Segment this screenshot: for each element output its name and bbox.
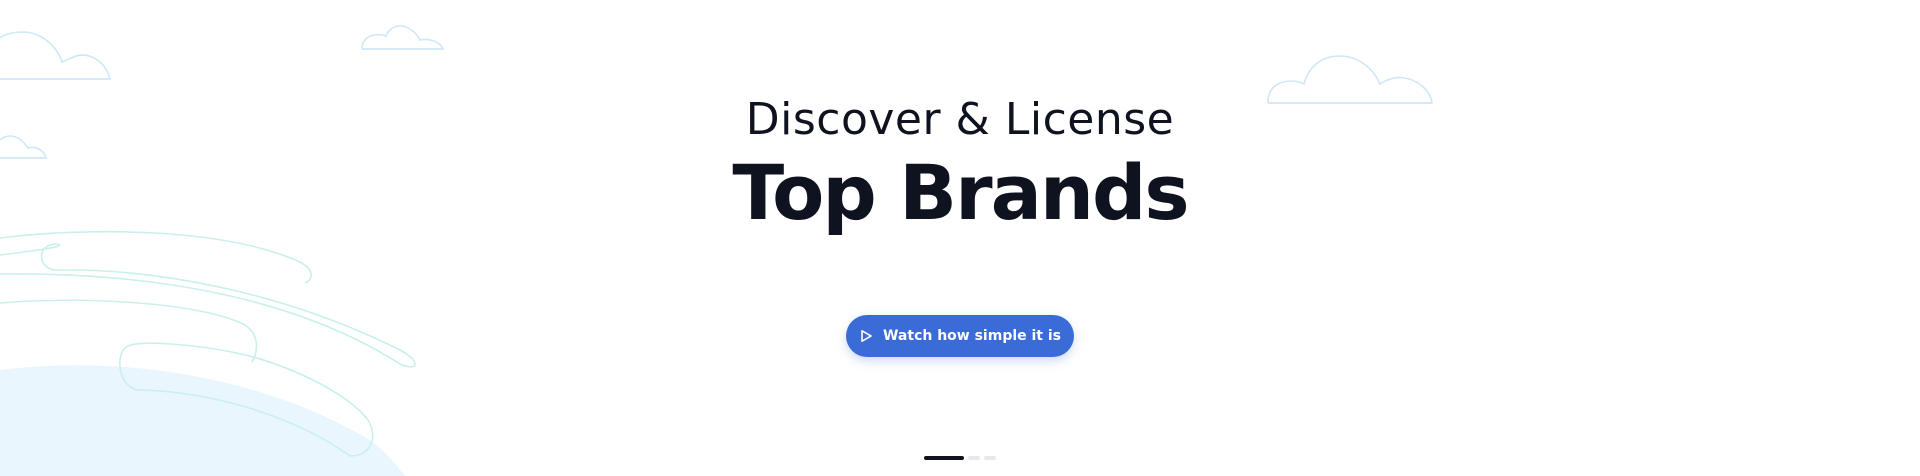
- wave-lines: [0, 230, 416, 457]
- carousel-dot-3[interactable]: [984, 456, 996, 460]
- carousel-dot-1[interactable]: [924, 456, 964, 460]
- background-blob: [0, 365, 405, 476]
- play-icon: [859, 329, 873, 343]
- carousel-dot-2[interactable]: [968, 456, 980, 460]
- cloud-icon: [0, 31, 112, 80]
- hero-subtitle: Discover & License: [745, 94, 1175, 145]
- cloud-icon: [361, 25, 445, 50]
- carousel-pagination: [924, 456, 996, 460]
- hero-section: Discover & License Top Brands Watch how …: [0, 0, 1920, 476]
- background-illustration: [0, 25, 1433, 476]
- watch-video-label: Watch how simple it is: [882, 328, 1062, 344]
- watch-video-button[interactable]: Watch how simple it is: [846, 315, 1074, 357]
- hero-headline: Discover & License Top Brands: [0, 92, 1920, 238]
- hero-title: Top Brands: [732, 148, 1189, 237]
